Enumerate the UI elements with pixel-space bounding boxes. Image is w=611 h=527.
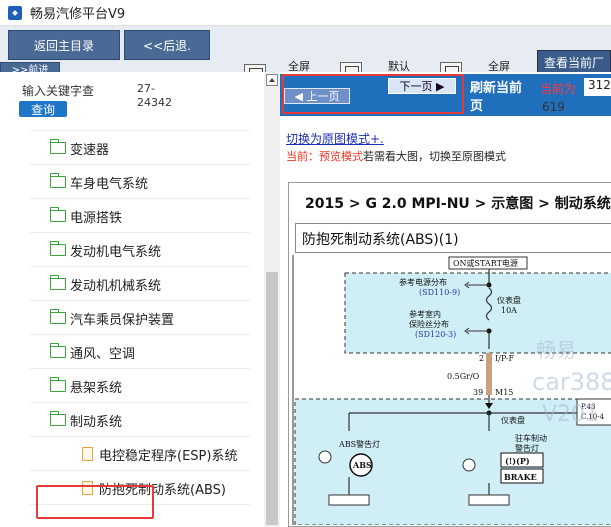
ref-junction-1: 参考室内 [409,309,441,319]
folder-icon [49,377,66,392]
current-page-number: 619 [542,100,565,114]
current-page-input[interactable]: 312 [584,78,611,96]
abs-lamp-label: ABS警告灯 [338,439,380,449]
abs-symbol: ABS [352,460,372,470]
tree-item-label: 发动机电气系统 [70,244,162,260]
mode-suffix: 若需看大图，切换至原图模式 [363,150,506,163]
tree-item[interactable]: 电控稳定程序(ESP)系统 [30,438,250,471]
left-panel: 输入关键字查 27-24342 查询 4 轮驱动系统 (4WD) 变速器车身电气系… [0,72,280,527]
tree-item-label: 通风、空调 [70,346,136,362]
selection-highlight [36,485,154,519]
folder-icon [49,411,66,426]
scroll-thumb[interactable] [266,272,278,525]
ref-junction-2: 保险丝分布 [409,319,449,329]
tree-item[interactable]: 悬架系统 [30,370,250,403]
tree-item[interactable]: 电源搭铁 [30,200,250,233]
tree-item[interactable]: 通风、空调 [30,336,250,369]
current-page-label: 当前为 [540,82,577,96]
conn-ipf: I/P-F [495,354,515,363]
doc-breadcrumb: 2015 > G 2.0 MPI-NU > 示意图 > 制动系统 [305,196,611,212]
mode-prefix: 当前：预览模式 [286,150,363,163]
ref-power-code: (SD110-9) [419,288,460,297]
content-panel: ◀ 上一页 下一页 ▶ 刷新当前页 当前为 312 619 切换为原图模式+. … [280,72,611,527]
switch-to-original-link[interactable]: 切换为原图模式+. [286,130,384,147]
brake-bulb-icon [462,458,476,472]
wire-segment [486,353,492,395]
folder-icon [49,207,66,222]
scroll-up-icon[interactable] [266,74,278,86]
toolbar: 返回主目录 <<后退. >>前进 全屏 默认 全屏 查看当前厂 [0,26,611,80]
ref-power-label: 参考电源分布 [399,277,447,287]
cluster-label-2: 仪表盘 [501,415,525,425]
tree-item[interactable]: 变速器 [30,132,250,165]
doc-title-box: 防抱死制动系统(ABS)(1) [295,223,611,253]
tree-item-label: 发动机机械系统 [70,278,162,294]
cluster-label: 仪表盘 [497,295,521,305]
home-button[interactable]: 返回主目录 [8,30,120,60]
brake-symbol-2: BRAKE [504,472,537,482]
tree-item-label: 电源搭铁 [70,210,123,226]
tree-item[interactable]: 发动机机械系统 [30,268,250,301]
document-icon [82,447,93,461]
watermark-3: V201 [542,402,600,427]
brake-symbol-1: (!)(P) [505,456,530,466]
tree-item[interactable]: 汽车乘员保护装置 [30,302,250,335]
tree-item-label: 汽车乘员保护装置 [70,312,175,328]
tree-item[interactable]: 发动机电气系统 [30,234,250,267]
mode-status: 当前：预览模式若需看大图，切换至原图模式 [286,148,506,164]
tree-scrollbar[interactable] [264,72,280,527]
app-icon [8,5,22,20]
folder-icon [49,309,66,324]
wire-spec: 0.5Gr/O [447,372,480,381]
abs-bulb-icon [318,450,332,464]
view-current-manufacturer-button[interactable]: 查看当前厂 [537,50,611,74]
conn-m15: M15 [495,388,513,397]
window-title: 畅易汽修平台V9 [30,7,126,22]
search-button[interactable]: 查询 [19,101,67,117]
on-start-label: ON或START电源 [453,258,518,268]
tree-item-label: 电控稳定程序(ESP)系统 [99,448,238,464]
folder-icon [49,275,66,290]
watermark-2: car388 [532,368,611,396]
tree-item[interactable]: 4 轮驱动系统 (4WD) [30,122,250,131]
folder-icon [49,343,66,358]
tree-item[interactable]: 车身电气系统 [30,166,250,199]
watermark-1: 畅易 [536,338,576,362]
search-row: 输入关键字查 27-24342 查询 [0,72,264,122]
pin-2: 2 [479,354,484,363]
category-tree: 4 轮驱动系统 (4WD) 变速器车身电气系统电源搭铁发动机电气系统发动机机械系统… [0,122,264,527]
ref-junction-code: (SD120-3) [415,330,456,339]
back-button[interactable]: <<后退. [124,30,210,60]
folder-icon [49,139,66,154]
folder-icon [49,173,66,188]
fuse-label: 10A [501,306,517,315]
title-bar: 畅易汽修平台V9 [0,0,611,26]
nav-highlight [282,74,464,114]
tree-item[interactable]: 制动系统 [30,404,250,437]
page-nav-bar: ◀ 上一页 下一页 ▶ 刷新当前页 当前为 312 619 [280,74,611,116]
tree-item-label: 车身电气系统 [70,176,149,192]
search-code: 27-24342 [137,82,172,109]
tree-item-label: 变速器 [70,142,110,158]
tree-item-label: 制动系统 [70,414,123,430]
refresh-page-link[interactable]: 刷新当前页 [470,80,534,116]
park-brake-label-2: 警告灯 [515,443,539,453]
abs-terminal [328,494,370,506]
park-brake-label-1: 驻车制动 [515,433,547,443]
pin-39: 39 [473,388,483,397]
tree-item-label: 4 轮驱动系统 (4WD) [70,122,193,124]
folder-icon [49,241,66,256]
doc-title: 防抱死制动系统(ABS)(1) [302,232,459,248]
tree-item-label: 悬架系统 [70,380,123,396]
brake-terminal [468,494,510,506]
search-hint: 输入关键字查 [22,84,95,98]
